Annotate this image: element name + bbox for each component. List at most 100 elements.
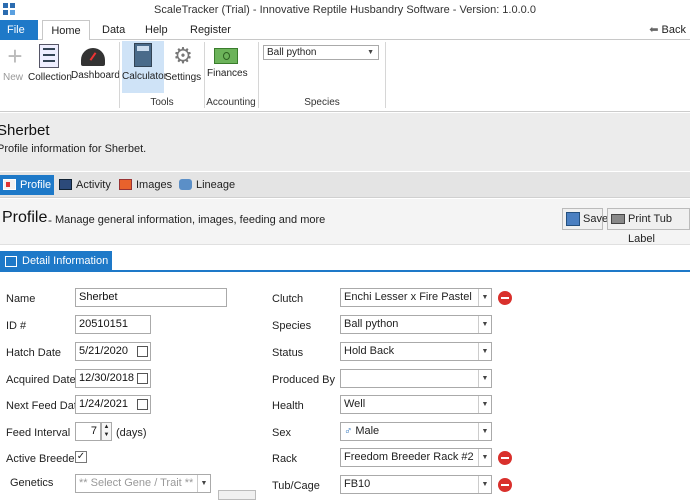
species-select-value: Ball python <box>267 47 317 58</box>
chevron-down-icon: ▼ <box>478 423 491 440</box>
id-field[interactable]: 20510151 <box>75 315 151 334</box>
tab-register[interactable]: Register <box>190 20 231 40</box>
remove-clutch-icon[interactable] <box>498 291 512 305</box>
new-label: New <box>2 72 23 83</box>
money-icon <box>214 48 238 64</box>
active-breeder-label: Active Breeder <box>6 453 79 465</box>
next-feed-date-label: Next Feed Date <box>6 400 84 412</box>
rack-value: Freedom Breeder Rack #2 <box>344 451 474 463</box>
collection-button[interactable]: Collection <box>28 42 72 92</box>
detail-information-tab[interactable]: Detail Information <box>0 251 112 272</box>
feed-interval-field[interactable]: 7 <box>75 422 101 441</box>
window-title: ScaleTracker (Trial) - Innovative Reptil… <box>154 4 536 16</box>
chevron-down-icon: ▼ <box>478 396 491 413</box>
animal-header: Sherbet Profile information for Sherbet. <box>0 113 690 171</box>
accounting-group-label: Accounting <box>206 97 256 108</box>
tab-activity[interactable]: Activity <box>56 175 112 195</box>
hatch-date-label: Hatch Date <box>6 347 62 359</box>
tab-data[interactable]: Data <box>102 20 125 40</box>
calendar-icon[interactable] <box>137 373 148 384</box>
dashboard-button[interactable]: Dashboard <box>71 42 120 92</box>
printer-icon <box>611 214 625 224</box>
acquired-date-value: 12/30/2018 <box>79 372 135 384</box>
settings-button[interactable]: ⚙ Settings <box>165 42 201 92</box>
tab-file[interactable]: File <box>0 20 38 40</box>
ribbon-separator <box>258 42 259 108</box>
genetics-select[interactable]: ** Select Gene / Trait ** ▼ <box>75 474 211 493</box>
male-icon: ♂ <box>344 425 353 437</box>
remove-tub-icon[interactable] <box>498 478 512 492</box>
tub-cage-value: FB10 <box>344 478 371 490</box>
produced-by-select[interactable]: ▼ <box>340 369 492 388</box>
detail-section-bar: Detail Information <box>0 250 690 272</box>
tab-home[interactable]: Home <box>42 20 90 41</box>
calendar-icon <box>5 256 17 267</box>
chevron-down-icon: ▼ <box>478 449 491 466</box>
sex-select[interactable]: ♂ Male ▼ <box>340 422 492 441</box>
status-select[interactable]: Hold Back ▼ <box>340 342 492 361</box>
menu-tabs: File Home Data Help Register ⬅ Back <box>0 20 690 41</box>
chevron-down-icon: ▼ <box>478 370 491 387</box>
hatch-date-field[interactable]: 5/21/2020 <box>75 342 151 361</box>
sex-label: Sex <box>272 427 291 439</box>
print-label: Print Tub Label <box>628 213 673 245</box>
tub-cage-label: Tub/Cage <box>272 480 320 492</box>
print-tub-label-button[interactable]: Print Tub Label <box>607 208 690 245</box>
chevron-down-icon: ▼ <box>478 476 491 493</box>
next-feed-date-field[interactable]: 1/24/2021 <box>75 395 151 414</box>
ribbon: + New Collection Dashboard Calculator ⚙ … <box>0 40 690 112</box>
tab-images[interactable]: Images <box>116 175 172 195</box>
save-button[interactable]: Save <box>562 208 608 230</box>
species-label: Species <box>272 320 312 332</box>
species-field-select[interactable]: Ball python ▼ <box>340 315 492 334</box>
title-bar: ScaleTracker (Trial) - Innovative Reptil… <box>0 0 690 20</box>
health-label: Health <box>272 400 304 412</box>
new-button[interactable]: + New <box>2 42 24 92</box>
profile-title: Profile <box>2 209 48 226</box>
tab-help[interactable]: Help <box>145 20 168 40</box>
genetics-label: Genetics <box>10 477 54 489</box>
status-label: Status <box>272 347 304 359</box>
feed-interval-stepper[interactable]: ▲ ▼ <box>101 422 112 441</box>
tab-profile[interactable]: Profile <box>0 175 54 195</box>
rack-label: Rack <box>272 453 298 465</box>
back-label: Back <box>661 24 686 36</box>
calculator-icon <box>134 43 152 67</box>
remove-rack-icon[interactable] <box>498 451 512 465</box>
animal-name: Sherbet <box>0 122 50 139</box>
profile-tabs: Profile Activity Images Lineage <box>0 172 690 198</box>
finances-label: Finances <box>207 68 248 79</box>
active-breeder-checkbox[interactable]: ✓ <box>75 451 87 463</box>
acquired-date-label: Acquired Date <box>6 374 76 386</box>
acquired-date-field[interactable]: 12/30/2018 <box>75 369 151 388</box>
tub-cage-select[interactable]: FB10 ▼ <box>340 475 492 494</box>
tools-group-label: Tools <box>150 97 174 108</box>
app-icon <box>3 3 16 16</box>
calendar-icon[interactable] <box>137 399 148 410</box>
species-group-label: Species <box>304 97 340 108</box>
sex-value: Male <box>355 425 380 437</box>
chevron-down-icon: ▼ <box>478 343 491 360</box>
settings-label: Settings <box>165 72 202 83</box>
profile-icon <box>3 179 16 190</box>
tab-lineage[interactable]: Lineage <box>176 175 236 195</box>
clutch-select[interactable]: Enchi Lesser x Fire Pastel ▼ <box>340 288 492 307</box>
calendar-icon[interactable] <box>137 346 148 357</box>
name-field[interactable]: Sherbet <box>75 288 227 307</box>
back-button[interactable]: ⬅ Back <box>649 20 686 40</box>
calculator-button[interactable]: Calculator <box>122 41 168 93</box>
feed-interval-unit: (days) <box>116 427 147 439</box>
finances-button[interactable]: Finances <box>207 42 248 92</box>
species-select[interactable]: Ball python ▼ <box>263 45 379 60</box>
health-select[interactable]: Well ▼ <box>340 395 492 414</box>
activity-icon <box>59 179 72 190</box>
clutch-value: Enchi Lesser x Fire Pastel <box>344 291 472 303</box>
hatch-date-value: 5/21/2020 <box>79 345 128 357</box>
calculator-label: Calculator <box>122 71 168 82</box>
ribbon-separator <box>119 42 120 108</box>
chevron-down-icon: ▼ <box>197 475 210 492</box>
rack-select[interactable]: Freedom Breeder Rack #2 ▼ <box>340 448 492 467</box>
add-gene-button[interactable] <box>218 490 256 500</box>
back-icon: ⬅ <box>649 24 662 36</box>
lineage-icon <box>179 179 192 190</box>
